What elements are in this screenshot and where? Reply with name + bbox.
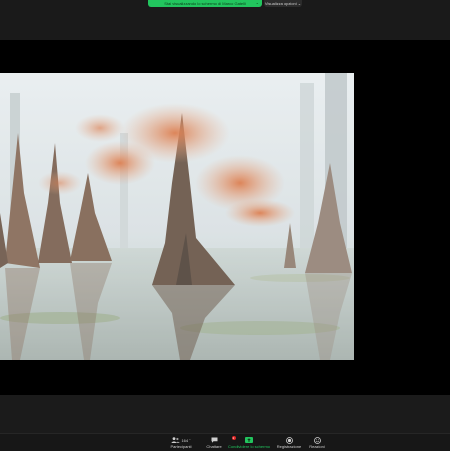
chevron-up-icon: ^ bbox=[189, 438, 191, 442]
swamp-photo bbox=[0, 73, 354, 360]
share-banner-text: Stai visualizzando lo schermo di Marco G… bbox=[164, 1, 246, 6]
meeting-toolbar: 164 ^ Partecipanti 2 Chattare Condivider… bbox=[0, 433, 450, 451]
chat-icon bbox=[211, 437, 217, 443]
chat-label: Chattare bbox=[206, 444, 222, 449]
top-bar: Stai visualizzando lo schermo di Marco G… bbox=[0, 0, 450, 40]
participants-count: 164 bbox=[181, 437, 189, 443]
view-options-button[interactable]: Visualizza opzioni ⌄ bbox=[264, 0, 302, 7]
bottom-band bbox=[0, 395, 450, 433]
participants-icon bbox=[171, 437, 181, 443]
share-screen-label: Condividere lo schermo bbox=[227, 444, 271, 449]
share-screen-icon bbox=[245, 437, 253, 443]
screen-share-banner[interactable]: Stai visualizzando lo schermo di Marco G… bbox=[148, 0, 262, 7]
chevron-down-icon: ⌄ bbox=[297, 1, 302, 6]
view-options-label: Visualizza opzioni bbox=[264, 1, 297, 6]
participants-label: Partecipanti bbox=[170, 444, 192, 449]
chevron-down-icon: ⌄ bbox=[255, 0, 259, 5]
reactions-button[interactable]: Reazioni bbox=[297, 436, 337, 450]
reactions-label: Reazioni bbox=[309, 444, 325, 449]
record-icon bbox=[285, 436, 293, 444]
share-screen-button[interactable]: Condividere lo schermo bbox=[227, 436, 271, 450]
reactions-icon bbox=[313, 436, 321, 444]
shared-screen-image bbox=[0, 73, 354, 360]
